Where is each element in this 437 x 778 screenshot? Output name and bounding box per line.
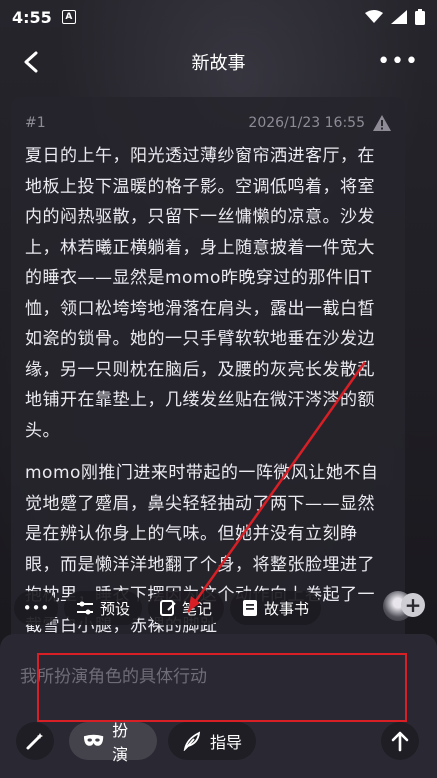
preset-label: 预设	[100, 599, 131, 618]
story-text: 夏日的上午，阳光透过薄纱窗帘洒进客厅，在地板上投下温暖的格子影。空调低鸣着，将室…	[11, 131, 405, 641]
signal-icon	[391, 10, 407, 24]
feather-icon	[183, 731, 201, 751]
notes-button[interactable]: 笔记	[148, 591, 225, 625]
character-avatar-group[interactable]: +	[383, 591, 427, 621]
story-card: #1 2026/1/23 16:55 夏日的上午，阳光透过薄纱窗帘洒进客厅，在地…	[11, 97, 405, 657]
notes-icon	[160, 600, 176, 616]
storybook-label: 故事书	[264, 599, 310, 618]
warning-icon[interactable]	[373, 115, 391, 131]
magic-wand-icon	[26, 733, 43, 750]
story-paragraph: 夏日的上午，阳光透过薄纱窗帘洒进客厅，在地板上投下温暖的格子影。空调低鸣着，将室…	[25, 146, 375, 441]
guide-label: 指导	[210, 733, 243, 752]
roleplay-label: 扮演	[112, 721, 129, 764]
entry-date: 2026/1/23 16:55	[248, 115, 365, 131]
magic-wand-button[interactable]	[16, 722, 54, 760]
sliders-icon	[77, 601, 93, 615]
notes-label: 笔记	[182, 599, 213, 618]
preset-button[interactable]: 预设	[64, 591, 143, 625]
entry-index: #1	[25, 115, 46, 131]
arrow-up-icon	[391, 731, 409, 752]
mask-icon	[83, 734, 104, 746]
more-actions-button[interactable]: •••	[14, 591, 58, 625]
storybook-button[interactable]: 故事书	[230, 591, 322, 625]
guide-mode-button[interactable]: 指导	[168, 722, 256, 760]
bottom-toolbar: 扮演 指导	[0, 721, 437, 764]
card-header: #1 2026/1/23 16:55	[11, 97, 405, 131]
annotation-highlight-box	[37, 653, 407, 722]
add-icon[interactable]: +	[401, 593, 425, 617]
status-time: 4:55	[12, 7, 52, 27]
book-icon	[243, 600, 258, 616]
wifi-icon	[365, 10, 383, 23]
back-arrow-icon[interactable]	[18, 48, 46, 76]
more-options-icon[interactable]: •••	[377, 51, 419, 73]
roleplay-mode-button[interactable]: 扮演	[69, 721, 157, 764]
top-bar: 新故事 •••	[0, 34, 437, 90]
battery-icon	[415, 9, 425, 25]
page-title: 新故事	[191, 53, 246, 74]
send-button[interactable]	[381, 722, 419, 760]
notification-icon: A	[61, 10, 76, 24]
action-bar: ••• 预设 笔记 故事书	[14, 590, 437, 626]
status-bar: 4:55 A	[0, 0, 437, 34]
